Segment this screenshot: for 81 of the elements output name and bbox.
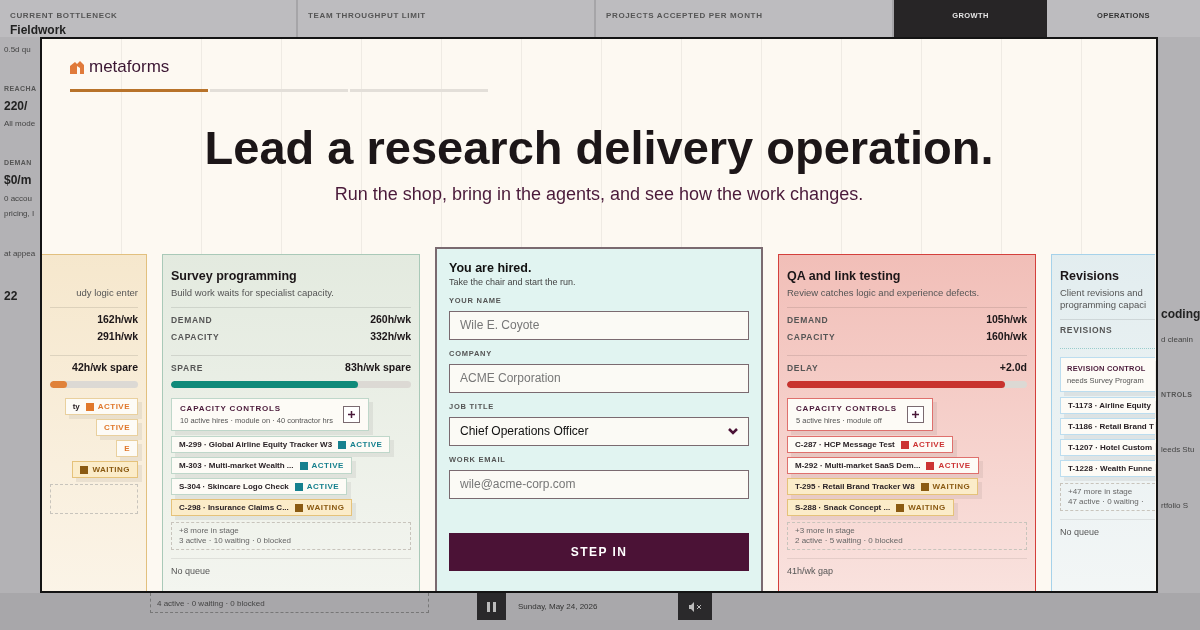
stage-description: Build work waits for specialist capacity. bbox=[171, 286, 335, 300]
ticket[interactable]: T-1186 · Retail Brand T bbox=[1060, 418, 1155, 436]
panel-note: 0 accou bbox=[4, 193, 34, 204]
metric-label: DEMAND bbox=[171, 315, 213, 326]
stage-description: Client revisions and programming capaci bbox=[1060, 286, 1148, 312]
plus-icon bbox=[348, 411, 355, 419]
text-field[interactable]: wile@acme-corp.com bbox=[449, 469, 749, 499]
more-in-stage: +47 more in stage 47 active · 0 waiting · bbox=[1060, 483, 1155, 512]
step-in-button[interactable]: STEP IN bbox=[449, 532, 749, 571]
panel-value: 220/ bbox=[4, 99, 29, 114]
job-title-dropdown[interactable]: Chief Operations Officer bbox=[449, 416, 749, 446]
stage-footer: 41h/wk gap bbox=[787, 558, 1027, 577]
panel-value: 22 bbox=[4, 288, 19, 303]
form-description: Take the chair and start the run. bbox=[449, 276, 577, 287]
text-field[interactable]: ACME Corporation bbox=[449, 363, 749, 393]
queue-summary: 4 active · 0 waiting · 0 blocked bbox=[150, 593, 429, 613]
ticket[interactable]: C-298 · Insurance Claims C... WAITING bbox=[171, 499, 353, 517]
panel-note: All mode bbox=[4, 119, 37, 129]
ticket[interactable]: M-299 · Global Airline Equity Tracker W3 ACTIVE bbox=[171, 436, 391, 454]
ticket[interactable]: M-303 · Multi-market Wealth ... ACTIVE bbox=[171, 457, 352, 475]
gauge-label: REVISIONS bbox=[1060, 325, 1113, 336]
stat-label: CURRENT BOTTLENECK bbox=[10, 12, 119, 20]
stat-value: Fieldwork bbox=[10, 24, 67, 36]
stage-footer: No queue bbox=[171, 558, 411, 577]
gauge-value: 42h/wk spare bbox=[72, 361, 138, 374]
stage-title: Survey programming bbox=[171, 268, 298, 285]
brand-name: metaforms bbox=[89, 57, 170, 77]
metric-value: 105h/wk bbox=[986, 313, 1027, 326]
ticket[interactable]: S-288 · Snack Concept ... WAITING bbox=[787, 499, 954, 517]
panel-note: rtfolio S bbox=[1161, 500, 1190, 511]
metric-label: CAPACITY bbox=[787, 332, 836, 343]
subheadline: Run the shop, bring in the agents, and see how the work changes. bbox=[333, 183, 865, 205]
add-button[interactable] bbox=[906, 406, 924, 424]
gauge-value: +2.0d bbox=[999, 361, 1027, 374]
stage-description: udy logic enter bbox=[76, 286, 138, 300]
ticket[interactable]: T-1207 · Hotel Custom bbox=[1060, 439, 1155, 457]
ticket[interactable]: S-304 · Skincare Logo Check ACTIVE bbox=[171, 478, 348, 496]
metric-label: CAPACITY bbox=[171, 332, 220, 343]
mute-icon[interactable] bbox=[688, 601, 702, 612]
stage-title: Revisions bbox=[1060, 268, 1121, 285]
stat-label: PROJECTS ACCEPTED PER MONTH bbox=[606, 12, 764, 20]
ticket[interactable]: T-295 · Retail Brand Tracker W8 WAITING bbox=[787, 478, 979, 496]
pause-icon[interactable] bbox=[487, 601, 496, 612]
metric-label: DEMAND bbox=[787, 315, 829, 326]
panel-note: leeds Stu bbox=[1161, 445, 1196, 455]
logo-icon bbox=[70, 60, 84, 74]
add-button[interactable] bbox=[343, 406, 360, 424]
gauge-value: 83h/wk spare bbox=[345, 361, 411, 374]
panel-note: d cleanin bbox=[1161, 335, 1195, 345]
gauge-label: DELAY bbox=[787, 363, 819, 374]
panel-note: 0.5d qu bbox=[4, 45, 32, 55]
headline: Lead a research delivery operation. bbox=[203, 122, 995, 174]
metric-value: 160h/wk bbox=[986, 330, 1027, 343]
metric-value: 162h/wk bbox=[97, 313, 138, 326]
ticket[interactable]: ty ACTIVE bbox=[64, 398, 138, 416]
ticket[interactable]: WAITING bbox=[72, 461, 138, 479]
text-field[interactable]: Wile E. Coyote bbox=[449, 310, 749, 340]
ticket[interactable]: T-1173 · Airline Equity bbox=[1060, 397, 1155, 415]
stage-title: QA and link testing bbox=[787, 268, 902, 285]
metric-value: 332h/wk bbox=[370, 330, 411, 343]
ticket[interactable]: C-287 · HCP Message Test ACTIVE bbox=[787, 436, 953, 454]
date-display: Sunday, May 24, 2026 bbox=[506, 593, 678, 620]
controls-title: CAPACITY CONTROLS bbox=[180, 404, 282, 414]
metric-value: 291h/wk bbox=[97, 330, 138, 343]
ticket[interactable]: T-1228 · Wealth Funne bbox=[1060, 460, 1155, 478]
more-in-stage: +8 more in stage 3 active · 10 waiting · 0 blocked bbox=[171, 522, 411, 551]
form-title: You are hired. bbox=[449, 260, 533, 275]
panel-value: coding bbox=[1161, 307, 1200, 322]
gauge-label: SPARE bbox=[171, 363, 204, 374]
controls-title: CAPACITY CONTROLS bbox=[796, 404, 897, 414]
plus-icon bbox=[911, 411, 919, 419]
panel-value: $0/m bbox=[4, 173, 33, 188]
chevron-down-icon bbox=[728, 427, 738, 435]
stat-label: TEAM THROUGHPUT LIMIT bbox=[308, 12, 427, 20]
metric-value: 260h/wk bbox=[370, 313, 411, 326]
stage-footer: No queue bbox=[1060, 519, 1155, 538]
panel-note: at appea bbox=[4, 248, 37, 259]
panel-note: pricing, I bbox=[4, 209, 36, 219]
ticket[interactable]: M-292 · Multi-market SaaS Dem... ACTIVE bbox=[787, 457, 979, 475]
more-in-stage: +3 more in stage 2 active · 5 waiting · 0 blocked bbox=[787, 522, 1027, 551]
stage-description: Review catches logic and experience defects. bbox=[787, 286, 981, 300]
